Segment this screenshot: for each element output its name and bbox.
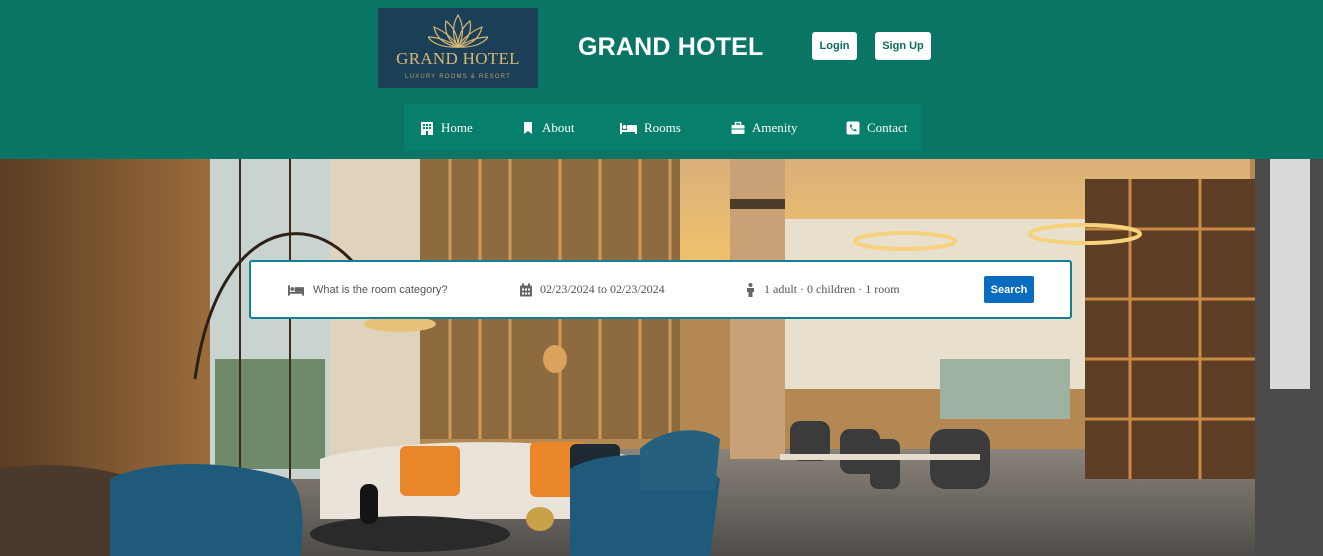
briefcase-icon	[731, 121, 745, 134]
bookmark-icon	[524, 121, 532, 134]
nav-label-about: About	[542, 119, 575, 135]
nav-item-home[interactable]: Home	[420, 104, 473, 151]
date-range-value: 02/23/2024 to 02/23/2024	[540, 282, 665, 296]
guests-field[interactable]: 1 adult · 0 children · 1 room	[746, 262, 900, 317]
nav-item-amenity[interactable]: Amenity	[731, 104, 798, 151]
nav-item-contact[interactable]: Contact	[846, 104, 907, 151]
nav-item-rooms[interactable]: Rooms	[620, 104, 681, 151]
search-button[interactable]: Search	[984, 276, 1034, 303]
lotus-icon	[428, 13, 488, 49]
search-bar: What is the room category? 02/23/2024 to…	[249, 260, 1072, 319]
nav-label-rooms: Rooms	[644, 119, 681, 135]
bed-icon	[620, 122, 637, 134]
hero-image	[0, 159, 1323, 556]
guests-value: 1 adult · 0 children · 1 room	[764, 282, 900, 296]
nav-item-about[interactable]: About	[521, 104, 575, 151]
main-nav: Home About Rooms Amenity Contact	[404, 104, 921, 151]
date-range-field[interactable]: 02/23/2024 to 02/23/2024	[520, 262, 665, 317]
phone-icon	[846, 121, 860, 134]
calendar-icon	[520, 283, 532, 296]
logo-name: GRAND HOTEL	[396, 49, 520, 68]
nav-label-home: Home	[441, 119, 473, 135]
person-icon	[747, 282, 754, 297]
room-category-placeholder: What is the room category?	[313, 283, 448, 296]
bed-icon	[288, 284, 304, 296]
site-title: GRAND HOTEL	[578, 33, 764, 61]
nav-label-contact: Contact	[867, 119, 908, 135]
signup-button[interactable]: Sign Up	[875, 32, 931, 60]
building-icon	[421, 121, 433, 135]
room-category-field[interactable]: What is the room category?	[288, 262, 448, 317]
site-header: GRAND HOTEL LUXURY ROOMS & RESORT GRAND …	[0, 0, 1323, 159]
login-button[interactable]: Login	[812, 32, 857, 60]
hotel-logo[interactable]: GRAND HOTEL LUXURY ROOMS & RESORT	[378, 8, 538, 88]
nav-label-amenity: Amenity	[752, 119, 798, 135]
logo-tagline: LUXURY ROOMS & RESORT	[405, 74, 511, 80]
hotel-lobby-photo	[0, 159, 1323, 556]
